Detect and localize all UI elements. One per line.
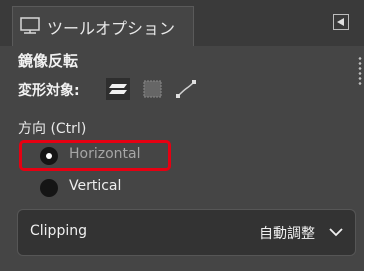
transform-target-label: 変形対象: <box>18 83 80 99</box>
path-target-button[interactable] <box>174 78 198 100</box>
selection-target-button[interactable] <box>141 78 165 100</box>
tab-menu-button[interactable] <box>333 14 349 30</box>
layer-target-icon <box>106 78 130 100</box>
path-target-icon <box>176 80 196 98</box>
direction-label: 方向 (Ctrl) <box>18 121 87 137</box>
clipping-value: 自動調整 <box>259 226 315 242</box>
radio-unselected-icon <box>40 179 58 197</box>
radio-selected-icon <box>40 147 58 165</box>
tool-options-dock: ツールオプション 鏡像反転 変形対象: 方向 (Ctrl) Horizontal <box>0 0 364 271</box>
tab-tool-options[interactable]: ツールオプション <box>12 6 194 46</box>
radio-vertical-label: Vertical <box>69 178 122 194</box>
chevron-down-icon <box>329 228 343 237</box>
layer-target-button[interactable] <box>106 78 130 100</box>
clipping-dropdown[interactable]: Clipping 自動調整 <box>17 209 356 256</box>
tool-name: 鏡像反転 <box>18 52 79 70</box>
clipping-label: Clipping <box>30 223 87 239</box>
dock-resize-grip[interactable] <box>358 56 362 86</box>
radio-horizontal-label: Horizontal <box>69 146 141 162</box>
dock-tab-bar: ツールオプション <box>0 0 364 46</box>
tab-title: ツールオプション <box>47 19 176 38</box>
tab-menu-icon <box>337 18 344 26</box>
selection-target-icon <box>143 80 162 98</box>
tool-options-icon <box>20 17 40 34</box>
